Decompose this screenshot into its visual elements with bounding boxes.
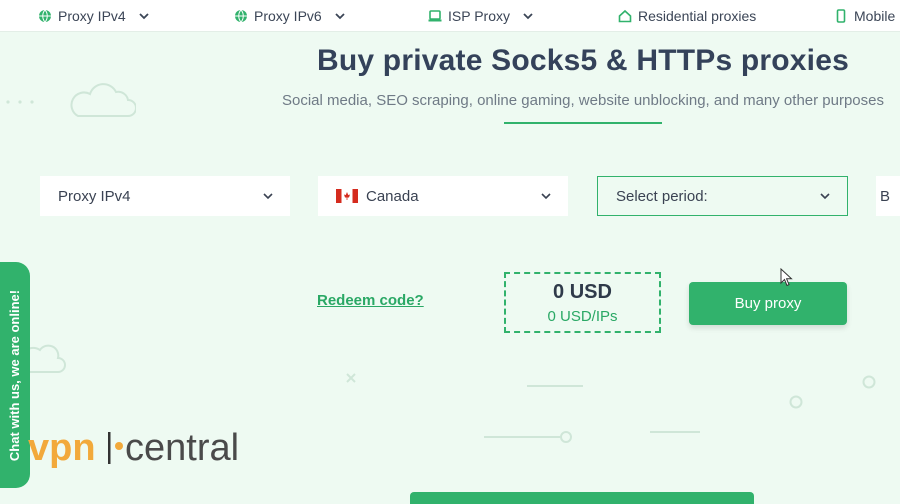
vpncentral-logo: vpn central bbox=[28, 427, 239, 469]
chevron-down-icon bbox=[139, 12, 149, 19]
proxy-type-select[interactable]: Proxy IPv4 bbox=[40, 176, 290, 216]
mobile-icon bbox=[836, 8, 846, 23]
svg-text:central: central bbox=[125, 427, 239, 469]
fourth-select-value: B bbox=[880, 187, 891, 205]
line-decoration bbox=[527, 385, 583, 387]
home-icon bbox=[618, 9, 632, 22]
nav-item-label: Residential proxies bbox=[638, 7, 757, 24]
proxy-type-value: Proxy IPv4 bbox=[58, 187, 131, 205]
circle-decoration bbox=[789, 395, 803, 409]
chevron-down-icon bbox=[820, 193, 830, 200]
price-total: 0 USD bbox=[553, 281, 612, 303]
country-value: Canada bbox=[366, 187, 419, 205]
nav-item-label: Proxy IPv4 bbox=[58, 7, 126, 24]
title-underline bbox=[504, 122, 662, 124]
laptop-icon bbox=[428, 9, 442, 21]
nav-item-proxy-ipv6[interactable]: Proxy IPv6 bbox=[234, 0, 346, 31]
live-chat-tab[interactable]: Chat with us, we are online! bbox=[0, 262, 30, 488]
chevron-down-icon bbox=[541, 193, 551, 200]
nav-item-label: Mobile P bbox=[854, 7, 900, 24]
nav-item-isp-proxy[interactable]: ISP Proxy bbox=[428, 0, 534, 31]
globe-icon bbox=[39, 9, 51, 22]
nav-item-proxy-ipv4[interactable]: Proxy IPv4 bbox=[38, 0, 150, 31]
mouse-cursor-icon bbox=[780, 268, 793, 287]
buy-proxy-button[interactable]: Buy proxy bbox=[689, 282, 847, 325]
chevron-down-icon bbox=[263, 193, 273, 200]
nav-item-residential-proxies[interactable]: Residential proxies bbox=[618, 0, 756, 31]
country-select[interactable]: Canada bbox=[318, 176, 568, 216]
period-placeholder: Select period: bbox=[616, 187, 708, 205]
chevron-down-icon bbox=[523, 12, 533, 19]
page-subtitle: Social media, SEO scraping, online gamin… bbox=[281, 92, 884, 109]
chat-label: Chat with us, we are online! bbox=[7, 289, 23, 461]
chevron-down-icon bbox=[335, 12, 345, 19]
bottom-action-button[interactable] bbox=[410, 492, 754, 504]
nav-item-label: Proxy IPv6 bbox=[254, 7, 322, 24]
page-title: Buy private Socks5 & HTTPs proxies bbox=[317, 44, 849, 77]
fourth-select[interactable]: B bbox=[876, 176, 900, 216]
price-per-ip: 0 USD/IPs bbox=[547, 308, 618, 325]
top-navigation: Proxy IPv4 Proxy IPv6 ISP Proxy Resident… bbox=[0, 0, 900, 32]
cross-decoration bbox=[346, 373, 356, 383]
canada-flag-icon bbox=[336, 189, 358, 203]
nav-item-label: ISP Proxy bbox=[448, 7, 510, 24]
price-summary: 0 USD 0 USD/IPs bbox=[504, 272, 661, 333]
svg-text:vpn: vpn bbox=[28, 427, 96, 469]
period-select[interactable]: Select period: bbox=[597, 176, 848, 216]
globe-icon bbox=[235, 9, 247, 22]
line-circle-decoration bbox=[484, 431, 572, 443]
nav-item-mobile-proxy[interactable]: Mobile P bbox=[834, 0, 900, 31]
redeem-code-link[interactable]: Redeem code? bbox=[317, 292, 424, 309]
circle-decoration bbox=[862, 375, 876, 389]
line-decoration bbox=[650, 431, 700, 433]
